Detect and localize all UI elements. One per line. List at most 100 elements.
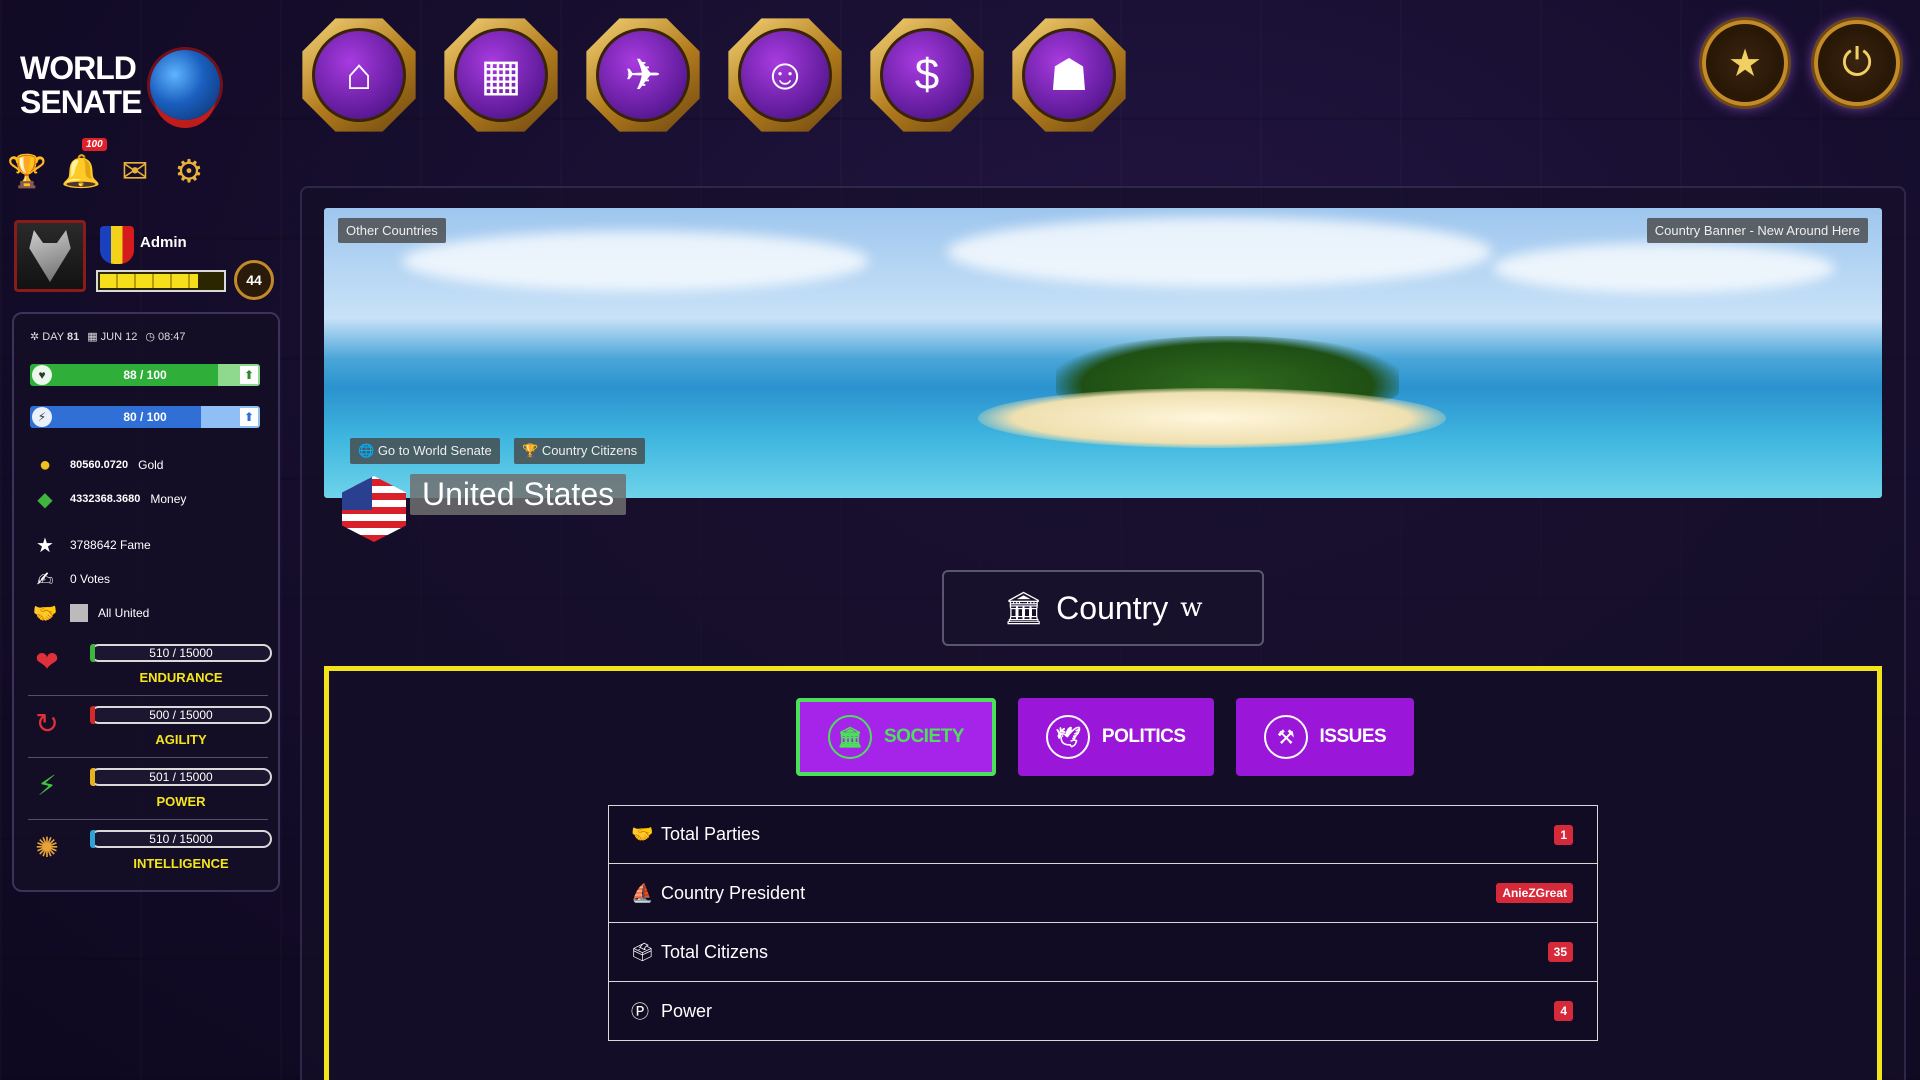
logo-line-2: SENATE — [20, 84, 142, 120]
info-label: Total Parties — [661, 824, 761, 844]
power-stat: ⚡ 501 / 15000 POWER — [28, 760, 272, 820]
heart-icon: ♥ — [32, 365, 52, 385]
date-text: JUN 12 — [100, 331, 138, 343]
country-name: United States — [410, 474, 627, 515]
info-label: Power — [661, 1000, 713, 1021]
country-header-title: Country — [1056, 589, 1169, 626]
country-citizens-label: Country Citizens — [541, 443, 638, 458]
power-label: POWER — [156, 794, 206, 809]
nav-home-button[interactable]: ⌂ — [300, 16, 418, 134]
lightning-icon: ⚡ — [32, 407, 52, 427]
list-item-total-citizens[interactable]: 🗳 Total Citizens 35 — [608, 923, 1598, 982]
gold-label: Gold — [138, 458, 164, 472]
mail-icon[interactable]: ✉ — [114, 150, 156, 192]
banner-caption: Country Banner - New Around Here — [1646, 218, 1868, 243]
country-citizens-button[interactable]: 🏆 Country Citizens — [514, 438, 646, 464]
logo[interactable]: WORLD SENATE — [20, 50, 220, 120]
avatar[interactable] — [14, 220, 86, 292]
endurance-label: ENDURANCE — [139, 670, 223, 685]
nav-economy-button[interactable]: $ — [868, 16, 986, 134]
nav-travel-button[interactable]: ✈ — [584, 16, 702, 134]
endurance-bar: 510 / 15000 — [90, 644, 272, 662]
p-circle-icon: Ⓟ — [631, 1002, 649, 1022]
tab-issues-label: ISSUES — [1319, 726, 1387, 747]
sailboat-icon: ⛵ — [631, 882, 654, 903]
wolf-icon — [29, 230, 71, 282]
cloud — [401, 231, 870, 292]
top-right-actions: ★ ⏻ — [1702, 20, 1900, 106]
hand-dollar-icon: $ — [880, 28, 974, 122]
tab-issues[interactable]: ⚒ ISSUES — [1235, 698, 1415, 776]
party-text[interactable]: All United — [98, 606, 149, 620]
time-text: 08:47 — [158, 331, 186, 343]
dove-icon: 🕊 — [1045, 715, 1090, 759]
airplane-icon: ✈ — [596, 28, 690, 122]
tab-politics-label: POLITICS — [1101, 726, 1186, 747]
day-number: 81 — [66, 331, 80, 343]
nav-building-button[interactable]: ▦ — [442, 16, 560, 134]
mini-icon-row: 🏆 🔔 100 ✉ ⚙ — [6, 138, 210, 192]
power-bar: 501 / 15000 — [90, 768, 272, 786]
country-banner: Other Countries Country Banner - New Aro… — [324, 208, 1882, 498]
votes-text: 0 Votes — [70, 572, 111, 586]
day-label: DAY — [42, 331, 64, 343]
tab-politics[interactable]: 🕊 POLITICS — [1017, 698, 1214, 776]
intelligence-label: INTELLIGENCE — [133, 856, 229, 871]
power-button[interactable]: ⏻ — [1814, 20, 1900, 106]
money-label: Money — [150, 492, 187, 506]
cloud — [1492, 242, 1836, 293]
tab-society[interactable]: 🏛 SOCIETY — [796, 698, 996, 776]
other-countries-link[interactable]: Other Countries — [338, 218, 446, 243]
list-item-total-parties[interactable]: 🤝 Total Parties 1 — [608, 805, 1598, 864]
power-icon: ⏻ — [1841, 41, 1873, 84]
energy-text: 80 / 100 — [123, 410, 167, 424]
gear-icon[interactable]: ⚙ — [168, 150, 210, 192]
country-flag-icon — [100, 226, 134, 264]
list-item-country-president[interactable]: ⛵ Country President AnieZGreat — [608, 864, 1598, 923]
globe-icon — [150, 50, 220, 120]
info-label: Country President — [661, 882, 806, 903]
votes-row: ✍ 0 Votes — [30, 566, 110, 592]
intelligence-stat: ✺ 510 / 15000 INTELLIGENCE — [28, 822, 272, 882]
agility-stat: ↻ 500 / 15000 AGILITY — [28, 698, 272, 758]
username: Admin — [140, 234, 187, 251]
intelligence-bar: 510 / 15000 — [90, 830, 272, 848]
energy-refill-button[interactable]: ⬆ — [240, 408, 258, 426]
level-badge: 44 — [234, 260, 274, 300]
society-icon: 🏛 — [828, 715, 872, 759]
heart-stat-icon: ❤ — [35, 645, 59, 677]
ballot-box-icon: 🗳 — [631, 941, 654, 962]
agility-label: AGILITY — [155, 732, 207, 747]
handshake-icon: 🤝 — [32, 602, 58, 625]
country-header-suffix: w — [1180, 593, 1203, 623]
trophy-icon[interactable]: 🏆 — [6, 150, 48, 192]
nav-profile-button[interactable]: ☺ — [726, 16, 844, 134]
vote-hand-icon: ✍ — [36, 568, 54, 591]
gold-value: 80560.0720 — [70, 459, 129, 471]
info-badge: 1 — [1554, 824, 1573, 845]
building-icon: ▦ — [454, 28, 548, 122]
notification-badge: 100 — [82, 138, 107, 151]
main-nav: ⌂ ▦ ✈ ☺ $ ☗ — [300, 16, 1128, 134]
party-row: 🤝 All United — [30, 600, 150, 626]
star-icon: ★ — [36, 534, 54, 557]
nav-community-button[interactable]: ☗ — [1010, 16, 1128, 134]
power-bolt-icon: ⚡ — [37, 769, 57, 801]
logo-text: WORLD SENATE — [20, 51, 142, 120]
list-item-power[interactable]: Ⓟ Power 4 — [608, 982, 1598, 1041]
agility-bar: 500 / 15000 — [90, 706, 272, 724]
health-refill-button[interactable]: ⬆ — [240, 366, 258, 384]
agility-cycle-icon: ↻ — [35, 707, 59, 739]
date-indicator: ▦ JUN 12 — [87, 331, 138, 343]
bell-icon[interactable]: 🔔 100 — [60, 138, 107, 192]
star-medal-button[interactable]: ★ — [1702, 20, 1788, 106]
xp-fill — [100, 274, 198, 288]
brain-icon: ✺ — [35, 831, 59, 863]
date-row: ✲ DAY 81 ▦ JUN 12 ◷ 08:47 — [30, 330, 186, 343]
president-name-badge[interactable]: AnieZGreat — [1496, 883, 1573, 903]
xp-bar — [96, 270, 226, 292]
info-badge: 35 — [1547, 942, 1573, 962]
go-world-senate-button[interactable]: 🌐 Go to World Senate — [350, 438, 500, 464]
money-value: 4332368.3680 — [70, 493, 141, 505]
island-sand — [978, 387, 1446, 448]
